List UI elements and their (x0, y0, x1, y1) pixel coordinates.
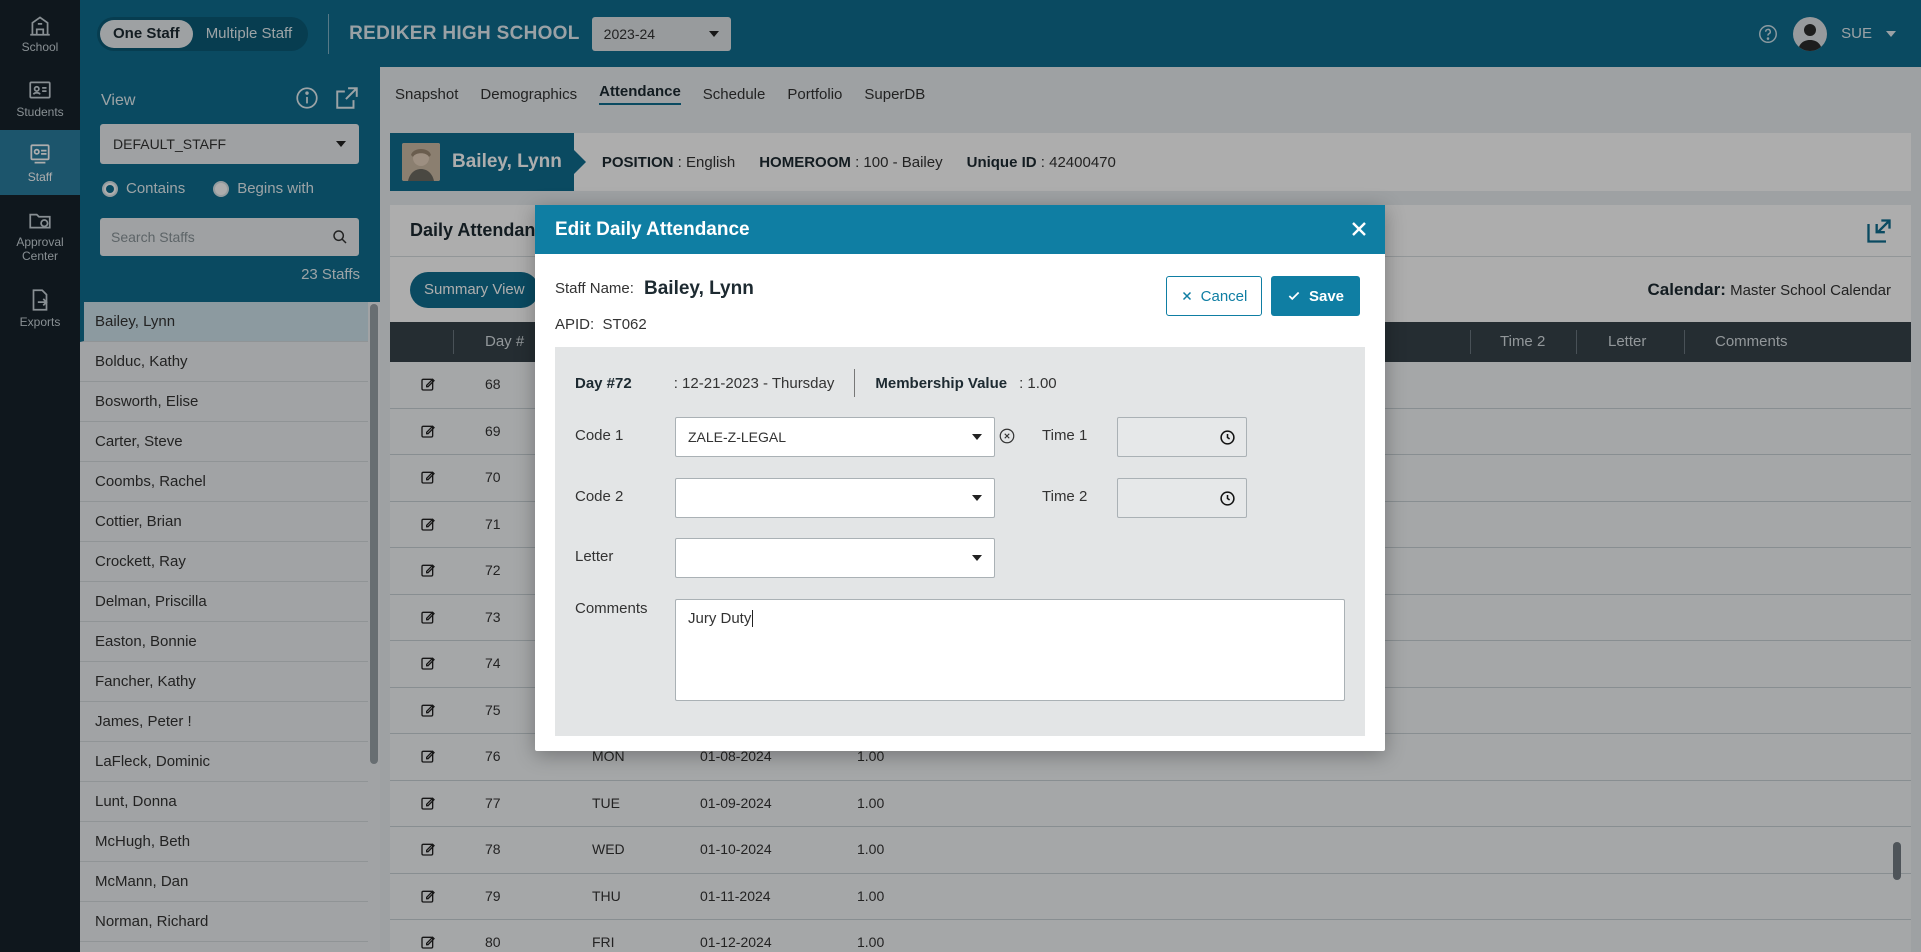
code1-select[interactable]: ZALE-Z-LEGAL (675, 417, 995, 457)
time2-input[interactable] (1117, 478, 1247, 518)
divider (854, 369, 856, 397)
comments-textarea[interactable]: Jury Duty (675, 599, 1345, 701)
chevron-down-icon (972, 555, 982, 561)
staff-name-value: Bailey, Lynn (644, 278, 754, 299)
cancel-label: Cancel (1200, 287, 1248, 305)
clock-icon[interactable] (1219, 490, 1236, 507)
text-cursor (752, 610, 754, 627)
dialog-form: Day #72 : 12-21-2023 - Thursday Membersh… (555, 347, 1365, 736)
day-number: Day #72 (575, 374, 632, 392)
comments-label: Comments (575, 600, 648, 617)
apid-value: ST062 (602, 316, 647, 333)
clock-icon[interactable] (1219, 429, 1236, 446)
code1-value: ZALE-Z-LEGAL (688, 429, 787, 445)
code2-label: Code 2 (575, 488, 624, 505)
chevron-down-icon (972, 434, 982, 440)
edit-attendance-dialog: Edit Daily Attendance Staff Name: Bailey… (535, 205, 1385, 751)
dialog-header: Edit Daily Attendance (535, 205, 1385, 254)
letter-label: Letter (575, 548, 614, 565)
time2-label: Time 2 (1042, 488, 1088, 505)
close-icon[interactable] (1347, 217, 1371, 241)
letter-select[interactable] (675, 538, 995, 578)
clear-icon[interactable] (998, 427, 1016, 445)
close-icon (1182, 291, 1191, 301)
chevron-down-icon (972, 495, 982, 501)
code2-select[interactable] (675, 478, 995, 518)
app-root: School Students Staff Approval Center Ex… (0, 0, 1921, 952)
membership-label: Membership Value (875, 374, 1008, 392)
apid-label: APID: (555, 316, 595, 333)
save-label: Save (1308, 287, 1345, 305)
time1-input[interactable] (1117, 417, 1247, 457)
time1-label: Time 1 (1042, 427, 1088, 444)
code1-label: Code 1 (575, 427, 624, 444)
day-date: : 12-21-2023 - Thursday (673, 374, 835, 392)
membership-value: : 1.00 (1019, 374, 1057, 392)
day-info: Day #72 : 12-21-2023 - Thursday Membersh… (575, 369, 1057, 397)
comments-value: Jury Duty (688, 610, 752, 627)
save-button[interactable]: Save (1271, 276, 1360, 316)
dialog-title: Edit Daily Attendance (555, 218, 750, 240)
check-icon (1288, 291, 1300, 301)
staff-name-label: Staff Name: (555, 280, 634, 297)
apid: APID: ST062 (555, 316, 647, 333)
cancel-button[interactable]: Cancel (1166, 276, 1262, 316)
